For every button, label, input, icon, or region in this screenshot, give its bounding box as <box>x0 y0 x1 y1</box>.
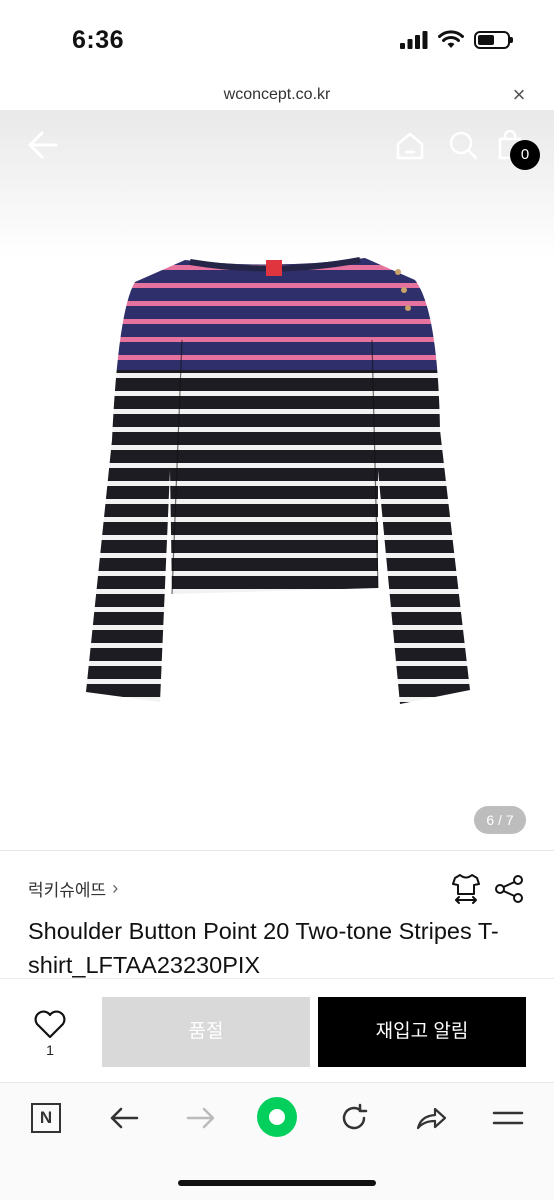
like-count: 1 <box>46 1042 54 1058</box>
chevron-right-icon: › <box>112 878 119 898</box>
share-icon[interactable] <box>494 874 524 904</box>
menu-button[interactable] <box>488 1098 528 1138</box>
brand-link[interactable]: 럭키슈에뜨 › <box>28 876 118 901</box>
close-icon[interactable]: × <box>504 80 534 110</box>
signal-icon <box>400 31 428 49</box>
refresh-button[interactable] <box>334 1098 374 1138</box>
product-title: Shoulder Button Point 20 Two-tone Stripe… <box>28 918 499 978</box>
soldout-button[interactable]: 품절 <box>102 997 310 1067</box>
naver-home-button[interactable]: N <box>26 1098 66 1138</box>
search-icon[interactable] <box>448 130 478 160</box>
product-image[interactable] <box>0 110 554 850</box>
image-counter: 6 / 7 <box>474 806 526 834</box>
arrow-right-icon <box>186 1107 215 1129</box>
striped-shirt-image <box>86 257 470 704</box>
url-bar[interactable]: wconcept.co.kr <box>0 80 554 110</box>
divider <box>0 978 554 979</box>
share-arrow-icon <box>416 1107 447 1130</box>
home-indicator <box>178 1180 376 1186</box>
brand-name: 럭키슈에뜨 <box>28 881 107 900</box>
arrow-left-icon <box>110 1107 139 1129</box>
heart-icon[interactable] <box>32 1010 68 1040</box>
cart-count-badge[interactable]: 0 <box>510 140 540 170</box>
restock-alert-button[interactable]: 재입고 알림 <box>318 997 526 1067</box>
green-dot-icon <box>257 1097 297 1137</box>
status-time: 6:36 <box>72 26 125 54</box>
green-dot-button[interactable] <box>256 1096 298 1138</box>
refresh-icon <box>342 1103 368 1130</box>
size-guide-icon[interactable] <box>450 872 482 904</box>
divider <box>0 850 554 851</box>
naver-letter: N <box>39 1108 53 1127</box>
back-arrow-icon[interactable] <box>26 128 60 162</box>
status-icons <box>400 30 513 50</box>
back-button[interactable] <box>104 1098 144 1138</box>
hamburger-icon <box>492 1111 524 1125</box>
home-icon[interactable] <box>394 130 426 162</box>
share-button[interactable] <box>411 1098 451 1138</box>
forward-button[interactable] <box>181 1098 221 1138</box>
battery-icon <box>474 31 513 49</box>
wifi-icon <box>438 30 464 48</box>
